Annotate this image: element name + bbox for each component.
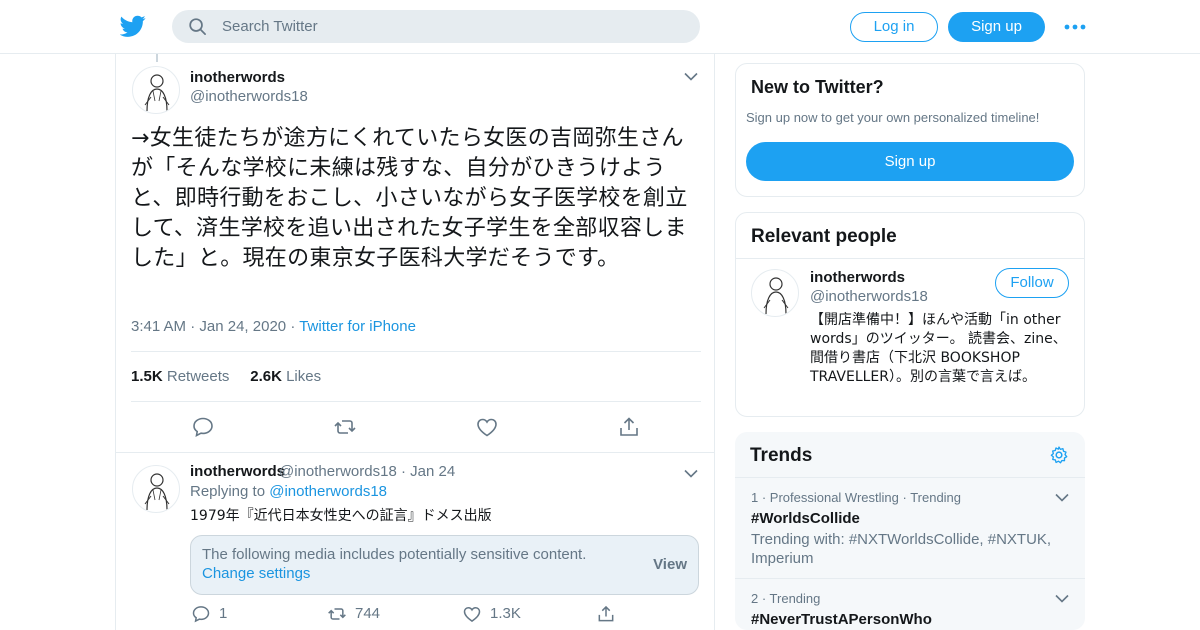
search-icon (189, 18, 206, 35)
gear-icon[interactable] (1049, 445, 1069, 465)
likes-count: 2.6K (250, 368, 282, 385)
trend-meta: 1 · Professional Wrestling · Trending (751, 490, 962, 505)
trend-context: Trending with: #NXTWorldsCollide, #NXTUK… (751, 531, 1052, 567)
trend-meta: 2 · Trending (751, 591, 821, 606)
chevron-down-icon[interactable] (1055, 493, 1069, 502)
change-settings-link[interactable]: Change settings (202, 565, 310, 582)
twitter-bird-icon[interactable] (120, 13, 146, 39)
reply-date[interactable]: Jan 24 (410, 463, 455, 480)
log-in-button[interactable]: Log in (850, 12, 938, 42)
avatar[interactable] (132, 66, 180, 114)
like-heart-icon[interactable] (475, 415, 499, 439)
likes-stat[interactable]: 2.6K Likes (250, 368, 321, 385)
reply-author-handle[interactable]: @inotherwords18 (279, 463, 397, 480)
search-bar[interactable] (172, 10, 700, 43)
new-to-twitter-subtitle: Sign up now to get your own personalized… (746, 110, 1040, 125)
new-to-twitter-card: New to Twitter? Sign up now to get your … (735, 63, 1085, 197)
thread-connector (156, 54, 158, 62)
replying-to-link[interactable]: @inotherwords18 (269, 483, 387, 500)
avatar-illustration-icon (763, 277, 789, 315)
reply-icon[interactable] (191, 415, 215, 439)
view-media-button[interactable]: View (653, 556, 687, 573)
like-count: 1.3K (490, 605, 521, 622)
retweets-label: Retweets (166, 368, 230, 385)
avatar[interactable] (751, 269, 799, 317)
share-icon (598, 605, 614, 622)
more-options-icon[interactable] (1064, 22, 1086, 32)
replying-to-label: Replying to (190, 483, 266, 500)
search-input[interactable] (222, 10, 682, 43)
tweet-stats: 1.5K Retweets 2.6K Likes (131, 368, 321, 385)
follow-button[interactable]: Follow (995, 268, 1069, 298)
person-bio: 【開店準備中！】ほんや活動「in other words」のツイッター。 読書会… (810, 312, 1067, 385)
trend-name[interactable]: #WorldsCollide (751, 510, 860, 527)
separator-dot: · (190, 318, 200, 335)
tweet-timestamp: 3:41 AM · Jan 24, 2020 · Twitter for iPh… (131, 318, 416, 335)
trends-card: Trends 1 · Professional Wrestling · Tren… (735, 432, 1085, 630)
avatar-illustration-icon (144, 74, 170, 112)
relevant-people-title: Relevant people (751, 226, 897, 247)
replying-to: Replying to @inotherwords18 (190, 483, 387, 500)
sidebar-sign-up-button[interactable]: Sign up (746, 142, 1074, 181)
avatar[interactable] (132, 465, 180, 513)
retweets-count: 1.5K (131, 368, 163, 385)
tweet-date[interactable]: Jan 24, 2020 (199, 318, 286, 335)
share-icon[interactable] (617, 415, 641, 439)
top-navigation-bar: Log in Sign up (0, 0, 1200, 54)
retweet-icon[interactable] (333, 415, 357, 439)
tweet-column: inotherwords @inotherwords18 →女生徒たちが途方にく… (115, 54, 715, 630)
divider (736, 258, 1084, 259)
trend-item[interactable]: 1 · Professional Wrestling · Trending #W… (735, 477, 1085, 578)
reply-author-meta: @inotherwords18 · Jan 24 (279, 463, 455, 480)
tweet-author-name[interactable]: inotherwords (190, 69, 285, 86)
retweets-stat[interactable]: 1.5K Retweets (131, 368, 229, 385)
chevron-down-icon[interactable] (684, 72, 698, 81)
reply-icon (192, 606, 210, 623)
new-to-twitter-title: New to Twitter? (751, 77, 884, 97)
person-handle[interactable]: @inotherwords18 (810, 288, 928, 305)
trends-title: Trends (750, 445, 813, 466)
likes-label: Likes (286, 368, 322, 385)
relevant-people-card: Relevant people inotherwords @inotherwor… (735, 212, 1085, 417)
retweet-icon (328, 608, 346, 620)
divider (131, 401, 701, 402)
separator-dot: · (400, 463, 411, 480)
separator-dot: · (290, 318, 300, 335)
reply-text: 1979年『近代日本女性史への証言』ドメス出版 (190, 508, 492, 524)
person-name[interactable]: inotherwords (810, 269, 905, 286)
sign-up-button[interactable]: Sign up (948, 12, 1045, 42)
divider (131, 351, 701, 352)
trend-name[interactable]: #NeverTrustAPersonWho (751, 611, 932, 628)
tweet-text: →女生徒たちが途方にくれていたら女医の吉岡弥生さんが「そんな学校に未練は残すな、… (131, 126, 688, 271)
reply-author-name[interactable]: inotherwords (190, 463, 285, 480)
reply-count: 1 (219, 605, 228, 622)
chevron-down-icon[interactable] (684, 469, 698, 478)
avatar-illustration-icon (144, 473, 170, 511)
tweet-time[interactable]: 3:41 AM (131, 318, 186, 335)
like-heart-icon (463, 606, 481, 622)
sensitive-media-message: The following media includes potentially… (202, 546, 587, 563)
retweet-count: 744 (355, 605, 381, 622)
tweet-source-link[interactable]: Twitter for iPhone (299, 318, 416, 335)
reply-tweet[interactable]: inotherwords @inotherwords18 · Jan 24 Re… (116, 452, 714, 630)
trend-item[interactable]: 2 · Trending #NeverTrustAPersonWho (735, 578, 1085, 630)
tweet-author-handle[interactable]: @inotherwords18 (190, 88, 308, 105)
sensitive-media-notice: The following media includes potentially… (190, 535, 699, 595)
chevron-down-icon[interactable] (1055, 594, 1069, 603)
